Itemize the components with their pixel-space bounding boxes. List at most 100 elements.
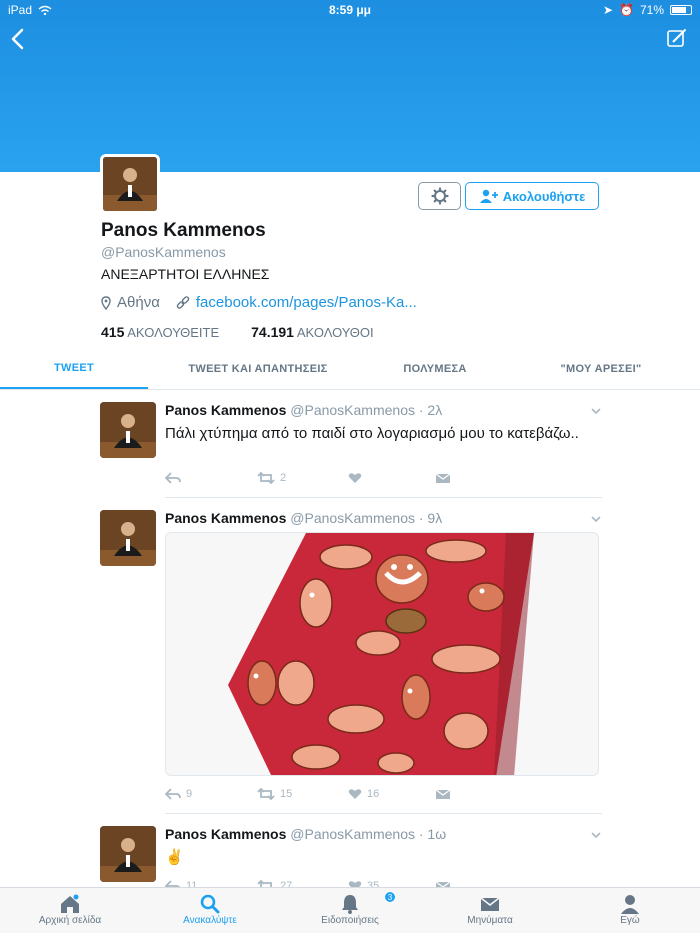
retweet-icon: [257, 880, 272, 887]
status-bar: iPad 8:59 μμ ➤ ⏰ 71%: [0, 0, 700, 20]
retweet-icon: [257, 788, 275, 800]
avatar-image: [103, 157, 157, 211]
reply-count: 9: [186, 788, 193, 800]
like-count: 16: [367, 788, 380, 800]
profile-avatar[interactable]: [100, 154, 160, 214]
tweet-time: · 2λ: [418, 402, 443, 418]
tie-pattern-image: [166, 533, 598, 775]
tweet-author-name[interactable]: Panos Kammenos: [165, 402, 286, 418]
tweet-avatar[interactable]: [100, 402, 156, 458]
tab-notifications[interactable]: 3 Ειδοποιήσεις: [280, 888, 420, 933]
tab-media[interactable]: ΠΟΛΥΜΕΣΑ: [368, 348, 502, 389]
reply-icon: [165, 788, 181, 800]
person-icon: [621, 895, 639, 914]
tab-likes[interactable]: "ΜΟΥ ΑΡΕΣΕΙ": [502, 348, 700, 389]
tweet-author-name[interactable]: Panos Kammenos: [165, 510, 286, 526]
tweet-item[interactable]: Panos Kammenos @PanosKammenos · 2λ Πάλι …: [0, 390, 700, 498]
retweet-button[interactable]: 2: [257, 472, 286, 484]
reply-count: 11: [186, 880, 198, 887]
tab-tweets-replies[interactable]: TWEET ΚΑΙ ΑΠΑΝΤΗΣΕΙΣ: [148, 348, 368, 389]
search-icon: [200, 894, 220, 914]
tweet-avatar[interactable]: [100, 826, 156, 882]
bell-icon: [342, 895, 358, 914]
follow-label: Ακολουθήστε: [502, 188, 586, 204]
profile-header-banner: [0, 0, 700, 172]
tweet-actions: 2: [165, 472, 465, 490]
like-button[interactable]: 16: [348, 788, 379, 800]
following-count: 415: [101, 324, 125, 340]
tab-explore-label: Ανακαλύψτε: [183, 915, 237, 926]
reply-button[interactable]: [165, 472, 186, 484]
tab-home-label: Αρχική σελίδα: [38, 915, 102, 926]
tweet-time: · 1ω: [418, 826, 447, 842]
add-user-icon: [479, 189, 498, 203]
reply-button[interactable]: 11: [165, 880, 197, 887]
followers-stat[interactable]: 74.191 ΑΚΟΛΟΥΘΟΙ: [251, 324, 373, 340]
profile-location: Αθήνα: [117, 294, 160, 311]
tweet-avatar[interactable]: [100, 510, 156, 566]
gear-icon: [430, 187, 449, 205]
mail-icon: [435, 473, 451, 483]
tab-explore[interactable]: Ανακαλύψτε: [140, 888, 280, 933]
profile-name: Panos Kammenos: [101, 220, 266, 241]
reply-icon: [165, 472, 181, 484]
back-icon[interactable]: [6, 26, 30, 52]
tweet-item[interactable]: Panos Kammenos @PanosKammenos · 1ω ✌️ 11…: [0, 814, 700, 887]
tab-messages[interactable]: Μηνύματα: [420, 888, 560, 933]
battery-icon: [670, 5, 692, 15]
tab-notifications-label: Ειδοποιήσεις: [321, 915, 379, 926]
profile-stats: 415 ΑΚΟΛΟΥΘΕΙΤΕ 74.191 ΑΚΟΛΟΥΘΟΙ: [101, 324, 374, 340]
tweet-item[interactable]: Panos Kammenos @PanosKammenos · 9λ 9 15 …: [0, 498, 700, 814]
like-count: 35: [367, 880, 380, 887]
location-pin-icon: [101, 295, 111, 310]
tweet-actions: 11 27 35: [165, 880, 465, 887]
retweet-button[interactable]: 27: [257, 880, 292, 887]
tab-me-label: Εγώ: [620, 915, 640, 926]
tab-me[interactable]: Εγώ: [560, 888, 700, 933]
like-button[interactable]: [348, 472, 367, 484]
heart-icon: [348, 473, 362, 483]
like-button[interactable]: 35: [348, 880, 379, 887]
dm-button[interactable]: [435, 788, 451, 800]
tweet-media-image[interactable]: [165, 532, 599, 776]
mail-icon: [435, 789, 451, 799]
chevron-down-icon[interactable]: [590, 513, 602, 525]
profile-tabs: TWEET TWEET ΚΑΙ ΑΠΑΝΤΗΣΕΙΣ ΠΟΛΥΜΕΣΑ "ΜΟΥ…: [0, 348, 700, 390]
followers-count: 74.191: [251, 324, 294, 340]
mail-icon: [480, 897, 500, 911]
retweet-count: 15: [280, 788, 293, 800]
tweet-author-name[interactable]: Panos Kammenos: [165, 826, 286, 842]
dm-button[interactable]: [435, 880, 451, 887]
follow-button[interactable]: Ακολουθήστε: [465, 182, 599, 210]
tab-tweets[interactable]: TWEET: [0, 348, 148, 389]
retweet-count: 2: [280, 472, 287, 484]
profile-bio: ΑΝΕΞΑΡΤΗΤΟΙ ΕΛΛΗΝΕΣ: [101, 266, 270, 282]
link-icon: [176, 295, 190, 309]
mail-icon: [435, 881, 451, 887]
compose-icon[interactable]: [666, 27, 688, 49]
reply-button[interactable]: 9: [165, 788, 192, 800]
following-stat[interactable]: 415 ΑΚΟΛΟΥΘΕΙΤΕ: [101, 324, 219, 340]
tweet-time: · 9λ: [418, 510, 443, 526]
tweet-actions: 9 15 16: [165, 788, 465, 806]
tweet-header: Panos Kammenos @PanosKammenos · 1ω: [165, 826, 446, 842]
dm-button[interactable]: [435, 472, 451, 484]
settings-button[interactable]: [418, 182, 461, 210]
device-label: iPad: [8, 3, 33, 17]
profile-meta: Αθήνα facebook.com/pages/Panos-Ka...: [101, 294, 417, 311]
profile-link[interactable]: facebook.com/pages/Panos-Ka...: [196, 294, 417, 311]
wifi-icon: [38, 5, 52, 15]
tweet-header: Panos Kammenos @PanosKammenos · 9λ: [165, 510, 442, 526]
alarm-icon: ⏰: [619, 3, 634, 17]
avatar-image: [100, 826, 156, 882]
notification-badge: 3: [384, 891, 396, 903]
profile-handle: @PanosKammenos: [101, 244, 226, 260]
retweet-count: 27: [280, 880, 293, 887]
followers-label: ΑΚΟΛΟΥΘΟΙ: [296, 325, 374, 340]
tab-home[interactable]: Αρχική σελίδα: [0, 888, 140, 933]
tweet-text: ✌️: [165, 849, 184, 866]
tab-messages-label: Μηνύματα: [467, 915, 513, 926]
chevron-down-icon[interactable]: [590, 829, 602, 841]
chevron-down-icon[interactable]: [590, 405, 602, 417]
retweet-button[interactable]: 15: [257, 788, 292, 800]
